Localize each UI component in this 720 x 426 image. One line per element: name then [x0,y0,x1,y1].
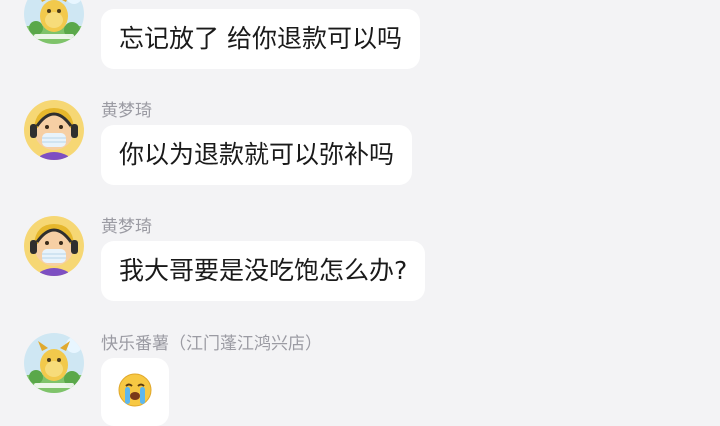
shop-mascot-avatar[interactable] [24,333,84,393]
message-text: 你以为退款就可以弥补吗 [119,140,395,169]
sender-name: 黄梦琦 [101,101,152,121]
chat-message-list[interactable]: 忘记放了 给你退款可以吗 黄梦琦 你以为退款就可以弥补吗 黄梦琦 我大哥要是没吃… [0,0,720,426]
sender-name: 快乐番薯（江门蓬江鸿兴店） [101,334,322,354]
message-text: 忘记放了 给你退款可以吗 [119,24,402,53]
crying-face-emoji [117,372,153,408]
masked-person-avatar[interactable] [24,100,84,160]
emoji-bubble[interactable] [101,358,169,426]
masked-person-avatar[interactable] [24,216,84,276]
message-text: 我大哥要是没吃饱怎么办? [119,256,408,285]
shop-mascot-avatar[interactable] [24,0,84,44]
message-bubble[interactable]: 忘记放了 给你退款可以吗 [101,9,420,69]
message-bubble[interactable]: 我大哥要是没吃饱怎么办? [101,241,426,301]
message-bubble[interactable]: 你以为退款就可以弥补吗 [101,125,413,185]
sender-name: 黄梦琦 [101,217,152,237]
